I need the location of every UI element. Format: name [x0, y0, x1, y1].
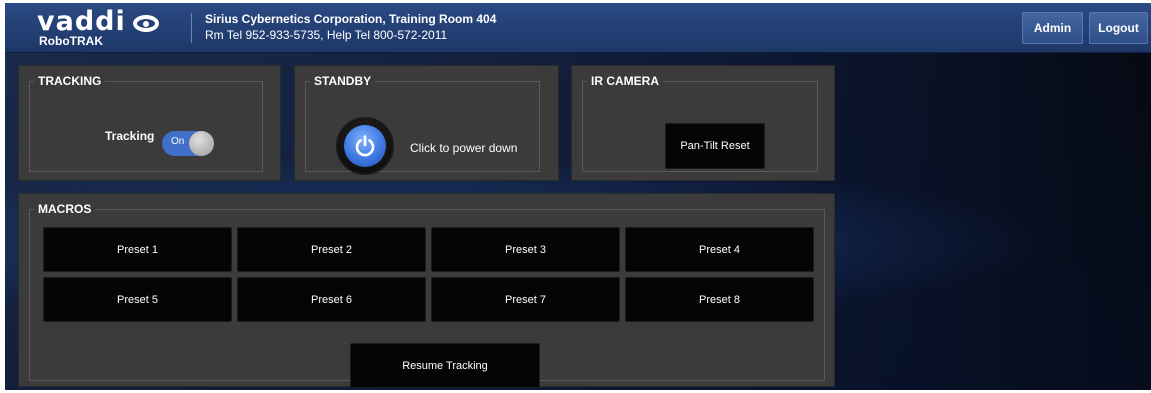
preset-4-button[interactable]: Preset 4: [625, 227, 814, 272]
standby-title: STANDBY: [310, 74, 376, 88]
top-header: vaddi RoboTRAK Sirius Cybernetics Corpor…: [5, 3, 1151, 53]
standby-panel: STANDBY Click to power down: [294, 65, 559, 181]
power-icon: [344, 125, 386, 167]
preset-1-button[interactable]: Preset 1: [43, 227, 232, 272]
site-contacts: Rm Tel 952-933-5735, Help Tel 800-572-20…: [205, 28, 448, 42]
pan-tilt-reset-button[interactable]: Pan-Tilt Reset: [665, 123, 765, 169]
preset-3-button[interactable]: Preset 3: [431, 227, 620, 272]
vaddio-logo: vaddi RoboTRAK: [35, 7, 195, 49]
tracking-panel: TRACKING Tracking On: [18, 65, 281, 181]
standby-fieldset: STANDBY Click to power down: [305, 74, 540, 175]
preset-6-button[interactable]: Preset 6: [237, 277, 426, 322]
preset-2-button[interactable]: Preset 2: [237, 227, 426, 272]
logout-button[interactable]: Logout: [1089, 12, 1148, 44]
tracking-fieldset: TRACKING Tracking On: [29, 74, 263, 172]
toggle-knob: [189, 131, 214, 156]
logo-o-mark: [133, 15, 159, 32]
resume-tracking-button[interactable]: Resume Tracking: [350, 343, 540, 388]
ir-camera-fieldset: IR CAMERA Pan-Tilt Reset: [582, 74, 818, 172]
ir-camera-panel: IR CAMERA Pan-Tilt Reset: [571, 65, 835, 181]
toggle-state-text: On: [171, 136, 185, 147]
macros-panel: MACROS Preset 1 Preset 2 Preset 3 Preset…: [18, 193, 835, 388]
site-name: Sirius Cybernetics Corporation, Training…: [205, 12, 497, 26]
tracking-label: Tracking: [105, 129, 155, 143]
power-button[interactable]: [336, 117, 394, 175]
preset-5-button[interactable]: Preset 5: [43, 277, 232, 322]
standby-text: Click to power down: [410, 141, 518, 155]
header-divider: [191, 13, 192, 43]
logo-wordmark: vaddi: [37, 6, 126, 37]
app-window: vaddi RoboTRAK Sirius Cybernetics Corpor…: [5, 3, 1151, 390]
preset-8-button[interactable]: Preset 8: [625, 277, 814, 322]
preset-7-button[interactable]: Preset 7: [431, 277, 620, 322]
macros-title: MACROS: [34, 202, 96, 216]
ir-camera-title: IR CAMERA: [587, 74, 663, 88]
product-name: RoboTRAK: [39, 34, 103, 48]
admin-button[interactable]: Admin: [1022, 12, 1083, 44]
macros-fieldset: MACROS Preset 1 Preset 2 Preset 3 Preset…: [29, 202, 825, 388]
tracking-title: TRACKING: [34, 74, 106, 88]
tracking-toggle[interactable]: On: [162, 131, 214, 156]
